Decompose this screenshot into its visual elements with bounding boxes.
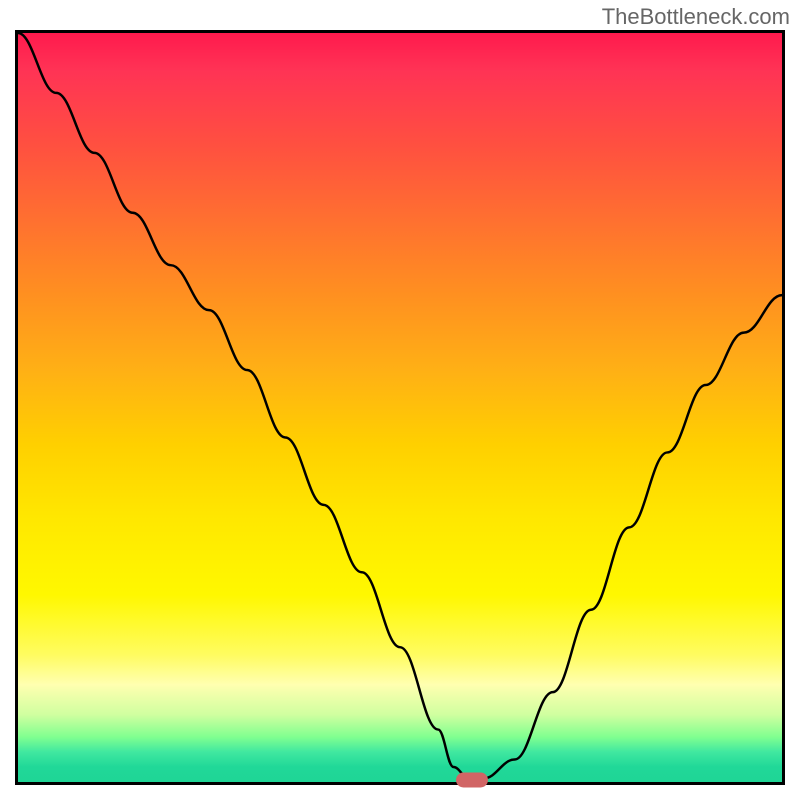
watermark-text: TheBottleneck.com — [602, 4, 790, 30]
curve-svg — [18, 33, 782, 782]
chart-container — [15, 30, 785, 785]
bottleneck-curve — [18, 33, 782, 778]
optimal-point-marker — [456, 773, 488, 788]
